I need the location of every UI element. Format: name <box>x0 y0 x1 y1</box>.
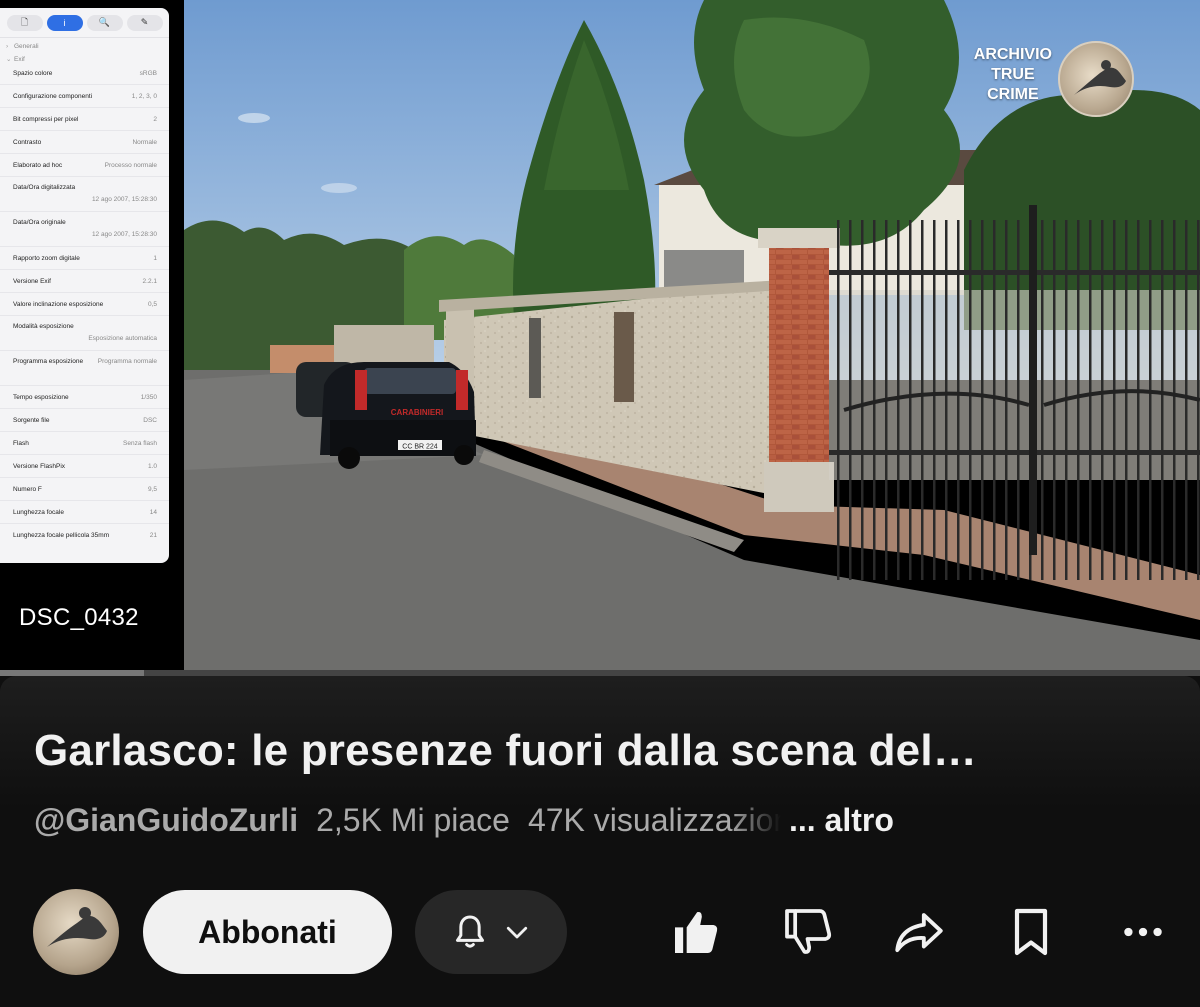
exif-row: Data/Ora digitalizzata 12 ago 2007, 15:28… <box>0 177 169 212</box>
video-info-panel: Garlasco: le presenze fuori dalla scena … <box>0 676 1200 1007</box>
file-name-label: DSC_0432 <box>19 604 139 631</box>
license-plate: CC BR 224 <box>402 444 438 451</box>
search-icon[interactable]: 🔍 <box>86 14 123 31</box>
like-button[interactable] <box>666 902 726 962</box>
bookmark-icon <box>1014 908 1048 956</box>
more-options-button[interactable] <box>1113 902 1173 962</box>
more-horizontal-icon <box>1124 927 1162 937</box>
watermark-logo <box>1058 41 1134 117</box>
exif-row: Rapporto zoom digitale 1 <box>0 247 169 270</box>
exif-row: Lunghezza focale pellicola 35mm 21 <box>13 532 157 539</box>
exif-row: Spazio colore sRGB <box>0 62 169 85</box>
exif-row: Valore inclinazione esposizione 0,5 <box>0 293 169 316</box>
group-exif[interactable]: ⌄ Exif <box>0 50 169 63</box>
edit-icon[interactable]: ✎ <box>126 14 163 31</box>
likes-count: 2,5K Mi piace <box>316 802 510 838</box>
info-icon[interactable]: i <box>46 14 83 31</box>
exif-row: Configurazione componenti 1, 2, 3, 0 <box>0 85 169 108</box>
share-icon <box>895 913 943 953</box>
bell-icon <box>456 915 484 948</box>
exif-row: Contrasto Normale <box>0 131 169 154</box>
exif-toolbar: 🗋 i 🔍 ✎ <box>0 8 169 38</box>
video-meta: @GianGuidoZurli 2,5K Mi piace 47K visualiz… <box>34 802 1174 839</box>
save-button[interactable] <box>1001 902 1061 962</box>
share-button[interactable] <box>889 902 949 962</box>
exif-row: Flash Senza flash <box>0 432 169 455</box>
exif-row: Versione Exif 2.2.1 <box>0 270 169 293</box>
document-icon[interactable]: 🗋 <box>6 14 43 31</box>
thumbs-up-icon <box>675 911 718 953</box>
exif-row: Lunghezza focale 14 <box>0 501 169 524</box>
exif-row: Modalità esposizione Esposizione automati… <box>0 316 169 351</box>
channel-watermark: ARCHIVIO TRUE CRIME <box>973 46 1052 103</box>
channel-handle[interactable]: @GianGuidoZurli <box>34 802 298 838</box>
exif-info-panel: 🗋 i 🔍 ✎ › Generali ⌄ Exif Spazio colore sRG… <box>0 8 169 563</box>
exif-row: Sorgente file DSC <box>0 409 169 432</box>
video-player[interactable]: CC BR 224 CARABINIERI 🗋 i 🔍 ✎ › Generali … <box>0 0 1200 676</box>
exif-row: Elaborato ad hoc Processo normale <box>0 154 169 177</box>
dislike-button[interactable] <box>778 902 838 962</box>
chevron-down-icon <box>506 926 528 939</box>
views-count: 47K visualizzazioni <box>527 802 781 838</box>
thumbs-down-icon <box>785 909 832 954</box>
car-lettering: CARABINIERI <box>391 408 443 417</box>
more-link[interactable]: ... altro <box>789 802 894 838</box>
exif-row: Bit compressi per pixel 2 <box>0 108 169 131</box>
group-generali[interactable]: › Generali <box>0 38 169 50</box>
exif-row: Tempo esposizione 1/350 <box>0 386 169 409</box>
notifications-button[interactable] <box>415 890 567 974</box>
subscribe-button[interactable]: Abbonati <box>143 890 392 974</box>
exif-row: Numero F 9,5 <box>0 478 169 501</box>
exif-row: Programma esposizione Programma normale <box>0 351 169 386</box>
video-title[interactable]: Garlasco: le presenze fuori dalla scena … <box>34 726 1174 776</box>
exif-row: Data/Ora originale 12 ago 2007, 15:28:30 <box>0 212 169 247</box>
exif-row: Versione FlashPix 1.0 <box>0 455 169 478</box>
police-car: CC BR 224 CARABINIERI <box>320 362 476 469</box>
channel-avatar[interactable] <box>33 889 119 975</box>
